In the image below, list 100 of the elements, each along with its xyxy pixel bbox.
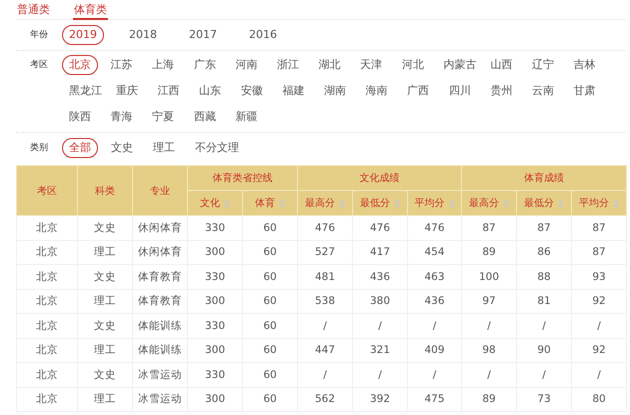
filter-option[interactable]: 湖南 xyxy=(316,81,353,101)
filter-option[interactable]: 重庆 xyxy=(109,81,145,101)
table-cell: 475 xyxy=(408,387,462,412)
table-cell: 97 xyxy=(462,289,517,314)
filter-option[interactable]: 浙江 xyxy=(270,55,306,75)
filter-option[interactable]: 河南 xyxy=(228,55,264,75)
table-cell: 98 xyxy=(462,338,517,362)
filter-option[interactable]: 青海 xyxy=(104,107,140,127)
filter-option[interactable]: 宁夏 xyxy=(145,107,182,127)
column-header[interactable]: 最低分 xyxy=(352,190,408,216)
table-cell: / xyxy=(298,314,352,338)
table-cell: 87 xyxy=(572,216,627,240)
table-cell: 81 xyxy=(516,289,572,314)
column-header: 考区 xyxy=(16,166,78,216)
filter-option[interactable]: 福建 xyxy=(275,81,312,101)
table-cell: / xyxy=(462,314,517,338)
table-cell: 90 xyxy=(516,338,572,362)
filter-option[interactable]: 江苏 xyxy=(104,55,140,75)
sort-icon[interactable] xyxy=(279,198,285,208)
table-cell: 409 xyxy=(408,338,462,362)
table-cell: 73 xyxy=(516,387,572,412)
filter-option[interactable]: 辽宁 xyxy=(524,55,561,75)
table-cell: 60 xyxy=(242,289,298,314)
filter-option[interactable]: 四川 xyxy=(442,81,478,101)
table-cell: 481 xyxy=(298,264,352,289)
filter-option[interactable]: 云南 xyxy=(524,81,561,101)
table-cell: / xyxy=(572,362,627,387)
column-group-header: 文化成绩 xyxy=(298,166,462,190)
table-cell: 文史 xyxy=(78,264,132,289)
table-cell: 300 xyxy=(188,289,242,314)
sort-icon[interactable] xyxy=(224,198,230,208)
table-cell: 北京 xyxy=(16,314,78,338)
table-cell: / xyxy=(408,362,462,387)
filter-option[interactable]: 陕西 xyxy=(62,107,98,127)
table-cell: 417 xyxy=(352,240,408,264)
table-cell: 休闲体育 xyxy=(132,240,188,264)
filter-label: 年份 xyxy=(29,28,49,42)
table-cell: 北京 xyxy=(16,264,78,289)
filter-option[interactable]: 湖北 xyxy=(312,55,348,75)
table-cell: 60 xyxy=(242,240,298,264)
filter-label: 类别 xyxy=(29,142,49,155)
filter-option[interactable]: 吉林 xyxy=(566,55,603,75)
filter-option[interactable]: 甘肃 xyxy=(566,81,603,101)
table-cell: 476 xyxy=(352,216,408,240)
column-group-header: 体育类省控线 xyxy=(188,166,298,190)
filter-option[interactable]: 2019 xyxy=(62,25,104,45)
filter-option[interactable]: 安徽 xyxy=(234,81,270,101)
table-cell: 89 xyxy=(462,240,517,264)
filter-option[interactable]: 江西 xyxy=(150,81,187,101)
tab[interactable]: 普通类 xyxy=(16,0,51,20)
table-cell: / xyxy=(516,314,572,338)
column-header: 科类 xyxy=(78,166,132,216)
filter-option[interactable]: 山东 xyxy=(192,81,228,101)
sort-icon[interactable] xyxy=(558,198,564,208)
table-cell: 60 xyxy=(242,314,298,338)
table-cell: 理工 xyxy=(78,387,132,412)
filter-option[interactable]: 内蒙古 xyxy=(436,55,484,75)
filter-option[interactable]: 文史 xyxy=(104,138,140,158)
table-cell: 88 xyxy=(516,264,572,289)
filter-option[interactable]: 西藏 xyxy=(186,107,223,127)
table-cell: 北京 xyxy=(16,362,78,387)
filter-option[interactable]: 山西 xyxy=(483,55,520,75)
tab[interactable]: 体育类 xyxy=(73,0,108,20)
filter-option[interactable]: 新疆 xyxy=(228,107,264,127)
table-cell: 527 xyxy=(298,240,352,264)
filter-option[interactable]: 黑龙江 xyxy=(62,81,109,101)
filter-option[interactable]: 北京 xyxy=(62,55,98,75)
sort-icon[interactable] xyxy=(448,198,455,208)
table-cell: 文史 xyxy=(78,314,132,338)
filter-option[interactable]: 广东 xyxy=(186,55,223,75)
table-cell: 300 xyxy=(188,387,242,412)
filter-option[interactable]: 上海 xyxy=(145,55,182,75)
table-cell: 体能训练 xyxy=(132,314,188,338)
table-cell: / xyxy=(462,362,517,387)
filter-option[interactable]: 广西 xyxy=(400,81,436,101)
column-header[interactable]: 最低分 xyxy=(516,190,572,216)
table-cell: 436 xyxy=(352,264,408,289)
table-cell: 447 xyxy=(298,338,352,362)
filter-option[interactable]: 天津 xyxy=(353,55,390,75)
table-cell: 北京 xyxy=(16,216,78,240)
table-cell: 380 xyxy=(352,289,408,314)
sort-icon[interactable] xyxy=(339,198,345,208)
table-cell: / xyxy=(408,314,462,338)
filter-option[interactable]: 河北 xyxy=(394,55,431,75)
sort-icon[interactable] xyxy=(503,198,510,208)
filter-option[interactable]: 2017 xyxy=(182,25,224,45)
table-cell: 理工 xyxy=(78,289,132,314)
filter-option[interactable]: 贵州 xyxy=(483,81,520,101)
table-cell: 冰雪运动 xyxy=(132,387,188,412)
filter-option[interactable]: 理工 xyxy=(146,138,182,158)
sort-icon[interactable] xyxy=(613,198,620,208)
table-cell: 休闲体育 xyxy=(132,216,188,240)
filter-option[interactable]: 全部 xyxy=(62,138,98,158)
table-cell: 321 xyxy=(352,338,408,362)
filter-option[interactable]: 2016 xyxy=(242,25,284,45)
table-cell: 60 xyxy=(242,216,298,240)
sort-icon[interactable] xyxy=(394,198,400,208)
filter-option[interactable]: 2018 xyxy=(122,25,164,45)
filter-option[interactable]: 海南 xyxy=(358,81,395,101)
filter-option[interactable]: 不分文理 xyxy=(188,138,246,158)
